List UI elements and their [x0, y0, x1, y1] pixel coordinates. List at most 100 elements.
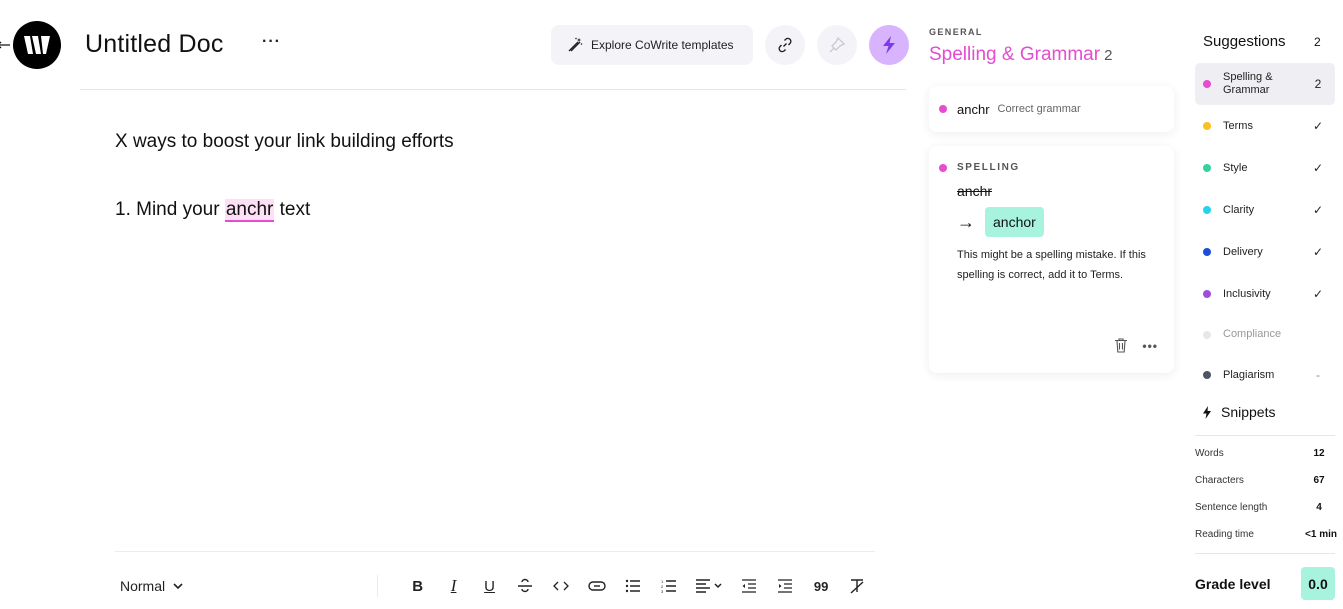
underline-button[interactable]: U: [472, 570, 508, 602]
strikethrough-button[interactable]: [508, 570, 544, 602]
category-dot: [1203, 206, 1211, 214]
category-dot: [1203, 164, 1211, 172]
align-left-icon: [696, 579, 722, 593]
category-dot: [1203, 330, 1211, 339]
check-icon: ✓: [1312, 119, 1324, 133]
italic-button[interactable]: I: [436, 570, 472, 602]
header-divider: [80, 89, 906, 90]
category-label: Spelling & Grammar: [1223, 71, 1273, 96]
suggestion-type-label: SPELLING: [957, 162, 1020, 173]
quote-button[interactable]: 99: [803, 570, 839, 602]
misspelled-word[interactable]: anchr: [224, 199, 275, 222]
category-label: Plagiarism: [1223, 368, 1275, 381]
back-arrow-icon[interactable]: [0, 36, 10, 54]
link-icon: [778, 37, 792, 53]
share-link-button[interactable]: [765, 25, 805, 65]
category-label: Inclusivity: [1223, 287, 1271, 300]
stat-label: Words: [1195, 448, 1224, 459]
category-delivery[interactable]: Delivery ✓: [1195, 231, 1335, 273]
suggestion-detail-card: SPELLING anchr → anchor This might be a …: [929, 146, 1174, 373]
pin-button[interactable]: [817, 25, 857, 65]
suggestion-hint: Correct grammar: [997, 103, 1081, 115]
stat-label: Characters: [1195, 475, 1244, 486]
toolbar-divider: [115, 551, 875, 552]
clear-formatting-icon: [850, 579, 864, 594]
paragraph-title[interactable]: X ways to boost your link building effor…: [115, 128, 875, 156]
indent-icon: [778, 579, 793, 593]
indent-button[interactable]: [767, 570, 803, 602]
text-before: 1. Mind your: [115, 199, 225, 220]
suggestions-title: Suggestions: [1203, 33, 1286, 50]
bullet-list-button[interactable]: [615, 570, 651, 602]
category-dot: [1203, 122, 1211, 130]
text-style-select[interactable]: Normal: [115, 578, 377, 594]
stat-value: 12: [1313, 448, 1325, 459]
svg-text:3: 3: [661, 589, 664, 593]
sidebar-divider: [1195, 435, 1335, 436]
accept-replacement-button[interactable]: anchor: [985, 207, 1044, 237]
pin-icon: [829, 36, 846, 53]
document-more-button[interactable]: ···: [262, 33, 281, 51]
suggestion-summary-card[interactable]: anchr Correct grammar: [929, 86, 1174, 132]
category-label: Clarity: [1223, 203, 1255, 216]
outdent-icon: [742, 579, 757, 593]
category-label: Style: [1223, 161, 1248, 174]
category-status: -: [1316, 368, 1320, 382]
align-button[interactable]: [687, 570, 731, 602]
bold-button[interactable]: B: [400, 570, 436, 602]
text-style-value: Normal: [120, 578, 166, 594]
suggestion-category-list: Spelling & Grammar 2 Terms ✓ Style ✓ Cla…: [1195, 63, 1335, 396]
formatting-toolbar: Normal B I U 123 99: [115, 568, 875, 604]
snippets-button[interactable]: Snippets: [1203, 404, 1275, 420]
category-style[interactable]: Style ✓: [1195, 147, 1335, 189]
ai-assist-button[interactable]: [869, 25, 909, 65]
flagged-word: anchr: [957, 101, 990, 117]
category-inclusivity[interactable]: Inclusivity ✓: [1195, 273, 1335, 315]
paragraph-list-item[interactable]: 1. Mind your anchr text: [115, 196, 875, 224]
category-dot: [1203, 371, 1211, 379]
document-editor[interactable]: X ways to boost your link building effor…: [115, 128, 875, 224]
stat-sentence-length: Sentence length 4: [1195, 494, 1337, 521]
more-options-button[interactable]: •••: [1142, 339, 1158, 353]
sidebar-divider: [1195, 553, 1335, 554]
link-icon: [588, 581, 607, 591]
stat-label: Reading time: [1195, 529, 1254, 540]
code-button[interactable]: [543, 570, 579, 602]
category-spelling-grammar[interactable]: Spelling & Grammar 2: [1195, 63, 1335, 105]
outdent-button[interactable]: [731, 570, 767, 602]
explore-templates-button[interactable]: Explore CoWrite templates: [551, 25, 753, 65]
category-dot: [1203, 290, 1211, 298]
check-icon: ✓: [1312, 287, 1324, 301]
category-compliance[interactable]: Compliance: [1195, 315, 1335, 354]
chevron-down-icon: [173, 582, 183, 589]
stat-words: Words 12: [1195, 440, 1337, 467]
insert-link-button[interactable]: [579, 570, 615, 602]
category-terms[interactable]: Terms ✓: [1195, 105, 1335, 147]
document-title[interactable]: Untitled Doc: [85, 30, 224, 59]
category-dot: [939, 163, 947, 172]
clear-formatting-button[interactable]: [839, 570, 875, 602]
italic-icon: I: [450, 576, 457, 595]
document-stats: Words 12 Characters 67 Sentence length 4…: [1195, 440, 1337, 548]
category-label: Delivery: [1223, 245, 1263, 258]
check-icon: ✓: [1312, 245, 1324, 259]
numbered-list-button[interactable]: 123: [651, 570, 687, 602]
app-logo[interactable]: [13, 21, 61, 69]
suggestion-explanation: This might be a spelling mistake. If thi…: [957, 249, 1146, 281]
strikethrough-icon: [518, 578, 533, 593]
trash-icon[interactable]: [1114, 338, 1128, 353]
stat-value: 67: [1313, 475, 1325, 486]
stat-value: <1 min: [1305, 529, 1337, 540]
stat-label: Sentence length: [1195, 502, 1268, 513]
category-label: Terms: [1223, 119, 1253, 132]
panel-kicker: GENERAL: [929, 27, 983, 37]
category-count: 2: [1314, 77, 1322, 91]
check-icon: ✓: [1312, 161, 1324, 175]
snippets-label: Snippets: [1221, 404, 1276, 420]
quote-icon: 99: [813, 578, 829, 594]
category-clarity[interactable]: Clarity ✓: [1195, 189, 1335, 231]
code-icon: [553, 581, 570, 591]
panel-title: Spelling & Grammar 2: [929, 44, 1112, 66]
stat-characters: Characters 67: [1195, 467, 1337, 494]
category-plagiarism[interactable]: Plagiarism -: [1195, 354, 1335, 396]
